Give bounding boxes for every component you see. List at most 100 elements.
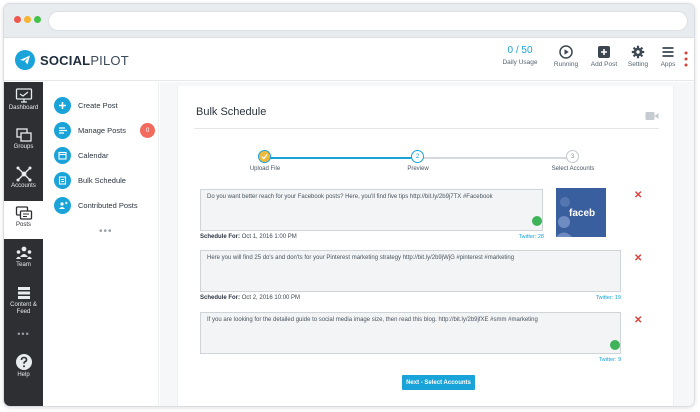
post-1-text: Do you want better reach for your Facebo… xyxy=(207,194,493,200)
logo-text-pilot: PILOT xyxy=(90,52,129,68)
step-select-accounts-label: Select Accounts xyxy=(551,166,595,172)
accounts-icon xyxy=(16,166,31,182)
calendar-icon xyxy=(54,146,71,164)
plus-icon xyxy=(54,96,71,114)
daily-usage[interactable]: 0 / 50 Daily Usage xyxy=(500,45,540,66)
post-1-image-text: faceb xyxy=(569,208,596,219)
nav-content-feed-label: Content & Feed xyxy=(10,302,37,315)
post-2-schedule: Schedule For: Oct 2, 2016 10:00 PM xyxy=(200,295,300,301)
next-select-accounts-button[interactable]: Next - Select Accounts xyxy=(402,375,475,390)
main-content: Bulk Schedule 2 3 Upload File Preview Se… xyxy=(160,82,694,406)
apps-label: Apps xyxy=(660,61,676,68)
nav-team[interactable]: Team xyxy=(4,245,43,279)
groups-icon xyxy=(15,128,32,142)
dashboard-icon xyxy=(15,88,32,103)
hamburger-menu-icon xyxy=(662,47,674,57)
video-camera-icon[interactable] xyxy=(645,108,659,126)
daily-usage-value: 0 / 50 xyxy=(507,45,533,56)
post-3-remove-icon[interactable]: ✕ xyxy=(634,315,642,326)
more-vertical-icon[interactable] xyxy=(684,51,688,72)
browser-bar xyxy=(4,4,694,38)
post-3-avatar-icon xyxy=(610,340,620,350)
bulk-schedule-panel: Bulk Schedule 2 3 Upload File Preview Se… xyxy=(177,86,674,406)
nav-groups-label: Groups xyxy=(13,144,34,150)
checkmark-icon xyxy=(261,154,268,160)
post-1-image-thumbnail[interactable]: faceb xyxy=(556,188,606,237)
post-2-textarea[interactable]: Here you will find 25 do's and don'ts fo… xyxy=(200,250,621,292)
nav-groups[interactable]: Groups xyxy=(4,127,43,161)
add-post-label: Add Post xyxy=(590,61,618,68)
subnav-calendar-label: Calendar xyxy=(78,150,109,160)
post-1-schedule-label: Schedule For: xyxy=(200,234,241,240)
nav-content-feed[interactable]: Content & Feed xyxy=(4,285,43,327)
play-circle-icon xyxy=(559,45,573,59)
subnav-bulk-schedule-label: Bulk Schedule xyxy=(78,175,126,185)
apps-button[interactable]: Apps xyxy=(651,45,685,68)
post-2-schedule-label: Schedule For: xyxy=(200,295,241,301)
subnav-create-post[interactable]: Create Post xyxy=(54,96,158,114)
setting-label: Setting xyxy=(627,61,649,68)
post-2-remove-icon[interactable]: ✕ xyxy=(634,253,642,264)
post-2-text: Here you will find 25 do's and don'ts fo… xyxy=(207,255,515,261)
posts-icon xyxy=(15,206,32,220)
maximize-window-dot[interactable] xyxy=(34,16,41,23)
subnav-manage-posts[interactable]: Manage Posts 0 xyxy=(54,121,158,139)
gear-icon xyxy=(631,45,645,59)
paper-plane-icon xyxy=(15,50,35,70)
logo-text-social: SOCIAL xyxy=(40,52,91,68)
nav-help-label: Help xyxy=(17,372,30,378)
manage-posts-count-badge: 0 xyxy=(140,122,155,138)
team-icon xyxy=(15,246,32,259)
subnav-manage-posts-label: Manage Posts xyxy=(78,125,126,135)
logo[interactable]: SOCIALPILOT xyxy=(15,50,129,70)
page-title: Bulk Schedule xyxy=(196,106,267,118)
step-upload-file-label: Upload File xyxy=(249,166,281,172)
post-1-avatar-icon xyxy=(532,216,542,226)
content-feed-icon xyxy=(17,287,30,299)
post-2-twitter-count: Twitter: 19 xyxy=(595,295,621,301)
logo-text: SOCIALPILOT xyxy=(40,53,129,68)
subnav-contributed-posts[interactable]: Contributed Posts xyxy=(54,196,158,214)
subnav-create-post-label: Create Post xyxy=(78,100,118,110)
left-nav: Dashboard Groups Accounts Posts Team Con… xyxy=(4,82,43,406)
title-divider xyxy=(194,128,659,129)
nav-dashboard-label: Dashboard xyxy=(8,105,39,111)
bulk-schedule-icon xyxy=(54,171,71,189)
minimize-window-dot[interactable] xyxy=(24,16,31,23)
address-bar[interactable] xyxy=(48,11,688,31)
subnav-contributed-posts-label: Contributed Posts xyxy=(78,200,138,210)
nav-dashboard[interactable]: Dashboard xyxy=(4,88,43,122)
nav-more-icon[interactable]: ••• xyxy=(4,329,43,339)
plus-square-icon xyxy=(598,46,610,58)
subnav-calendar[interactable]: Calendar xyxy=(54,146,158,164)
post-3-text: If you are looking for the detailed guid… xyxy=(207,317,538,323)
post-3-textarea[interactable]: If you are looking for the detailed guid… xyxy=(200,312,621,354)
sub-nav: Create Post Manage Posts 0 Calendar Bulk… xyxy=(43,82,159,406)
help-icon xyxy=(15,354,32,370)
running-button[interactable]: Running xyxy=(549,45,583,68)
subnav-bulk-schedule[interactable]: Bulk Schedule xyxy=(54,171,158,189)
nav-posts-label: Posts xyxy=(15,222,31,228)
nav-help[interactable]: Help xyxy=(4,353,43,389)
nav-accounts-label: Accounts xyxy=(11,183,36,189)
step-preview-indicator: 2 xyxy=(411,150,424,163)
nav-accounts[interactable]: Accounts xyxy=(4,166,43,200)
post-3-twitter-count: Twitter: 9 xyxy=(598,357,621,363)
post-1-textarea[interactable]: Do you want better reach for your Facebo… xyxy=(200,189,543,231)
post-1-schedule: Schedule For: Oct 1, 2016 1:00 PM xyxy=(200,234,297,240)
top-bar: SOCIALPILOT 0 / 50 Daily Usage Running A… xyxy=(4,39,694,81)
stepper-line-done xyxy=(264,157,417,159)
post-1-remove-icon[interactable]: ✕ xyxy=(634,190,642,201)
close-window-dot[interactable] xyxy=(14,16,21,23)
subnav-more-icon[interactable]: ••• xyxy=(99,226,113,237)
nav-posts[interactable]: Posts xyxy=(4,201,43,239)
daily-usage-label: Daily Usage xyxy=(502,59,538,66)
nav-team-label: Team xyxy=(16,262,31,268)
app-window: SOCIALPILOT 0 / 50 Daily Usage Running A… xyxy=(3,3,695,407)
step-upload-file-indicator xyxy=(258,150,271,163)
setting-button[interactable]: Setting xyxy=(621,45,655,68)
contributed-posts-icon xyxy=(54,196,71,214)
post-1-twitter-count: Twitter: 28 xyxy=(518,234,544,240)
add-post-button[interactable]: Add Post xyxy=(587,45,621,68)
manage-posts-icon xyxy=(54,121,71,139)
